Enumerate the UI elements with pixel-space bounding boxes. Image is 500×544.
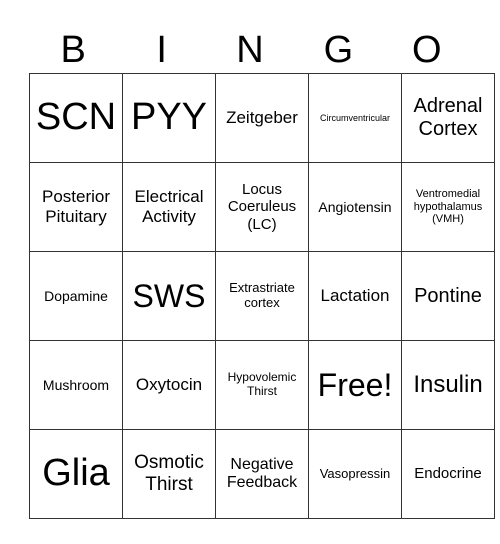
grid-row: SCN PYY Zeitgeber Circumventricular Adrenal … — [29, 73, 495, 163]
bingo-cell[interactable]: Glia — [29, 429, 123, 519]
bingo-header: B I N G O — [29, 28, 471, 73]
bingo-cell[interactable]: Vasopressin — [308, 429, 402, 519]
bingo-grid: SCN PYY Zeitgeber Circumventricular Adrenal … — [29, 73, 495, 519]
bingo-cell[interactable]: Circumventricular — [308, 73, 402, 163]
bingo-cell[interactable]: Posterior Pituitary — [29, 162, 123, 252]
bingo-cell[interactable]: Adrenal Cortex — [401, 73, 495, 163]
grid-row: Dopamine SWS Extrastriate cortex Lactation P… — [29, 251, 495, 341]
bingo-cell[interactable]: SCN — [29, 73, 123, 163]
bingo-cell[interactable]: Mushroom — [29, 340, 123, 430]
bingo-cell[interactable]: Electrical Activity — [122, 162, 216, 252]
bingo-cell[interactable]: Lactation — [308, 251, 402, 341]
bingo-cell[interactable]: Ventromedial hypothalamus (VMH) — [401, 162, 495, 252]
bingo-cell[interactable]: Locus Coeruleus (LC) — [215, 162, 309, 252]
bingo-cell[interactable]: Angiotensin — [308, 162, 402, 252]
bingo-cell[interactable]: PYY — [122, 73, 216, 163]
header-letter-b: B — [60, 29, 86, 71]
bingo-cell[interactable]: Oxytocin — [122, 340, 216, 430]
header-letter-n: N — [236, 29, 264, 71]
bingo-cell[interactable]: Endocrine — [401, 429, 495, 519]
bingo-cell[interactable]: Pontine — [401, 251, 495, 341]
bingo-cell[interactable]: Osmotic Thirst — [122, 429, 216, 519]
bingo-cell[interactable]: Free! — [308, 340, 402, 430]
bingo-cell[interactable]: Insulin — [401, 340, 495, 430]
bingo-cell[interactable]: Negative Feedback — [215, 429, 309, 519]
bingo-cell[interactable]: SWS — [122, 251, 216, 341]
header-letter-g: G — [323, 29, 354, 71]
grid-row: Mushroom Oxytocin Hypovolemic Thirst Free! I… — [29, 340, 495, 430]
header-letter-i: I — [156, 29, 167, 71]
bingo-cell[interactable]: Hypovolemic Thirst — [215, 340, 309, 430]
grid-row: Glia Osmotic Thirst Negative Feedback Vasop… — [29, 429, 495, 519]
bingo-cell[interactable]: Dopamine — [29, 251, 123, 341]
grid-row: Posterior Pituitary Electrical Activity Lo… — [29, 162, 495, 252]
bingo-cell[interactable]: Extrastriate cortex — [215, 251, 309, 341]
bingo-cell[interactable]: Zeitgeber — [215, 73, 309, 163]
header-letter-o: O — [412, 29, 442, 71]
